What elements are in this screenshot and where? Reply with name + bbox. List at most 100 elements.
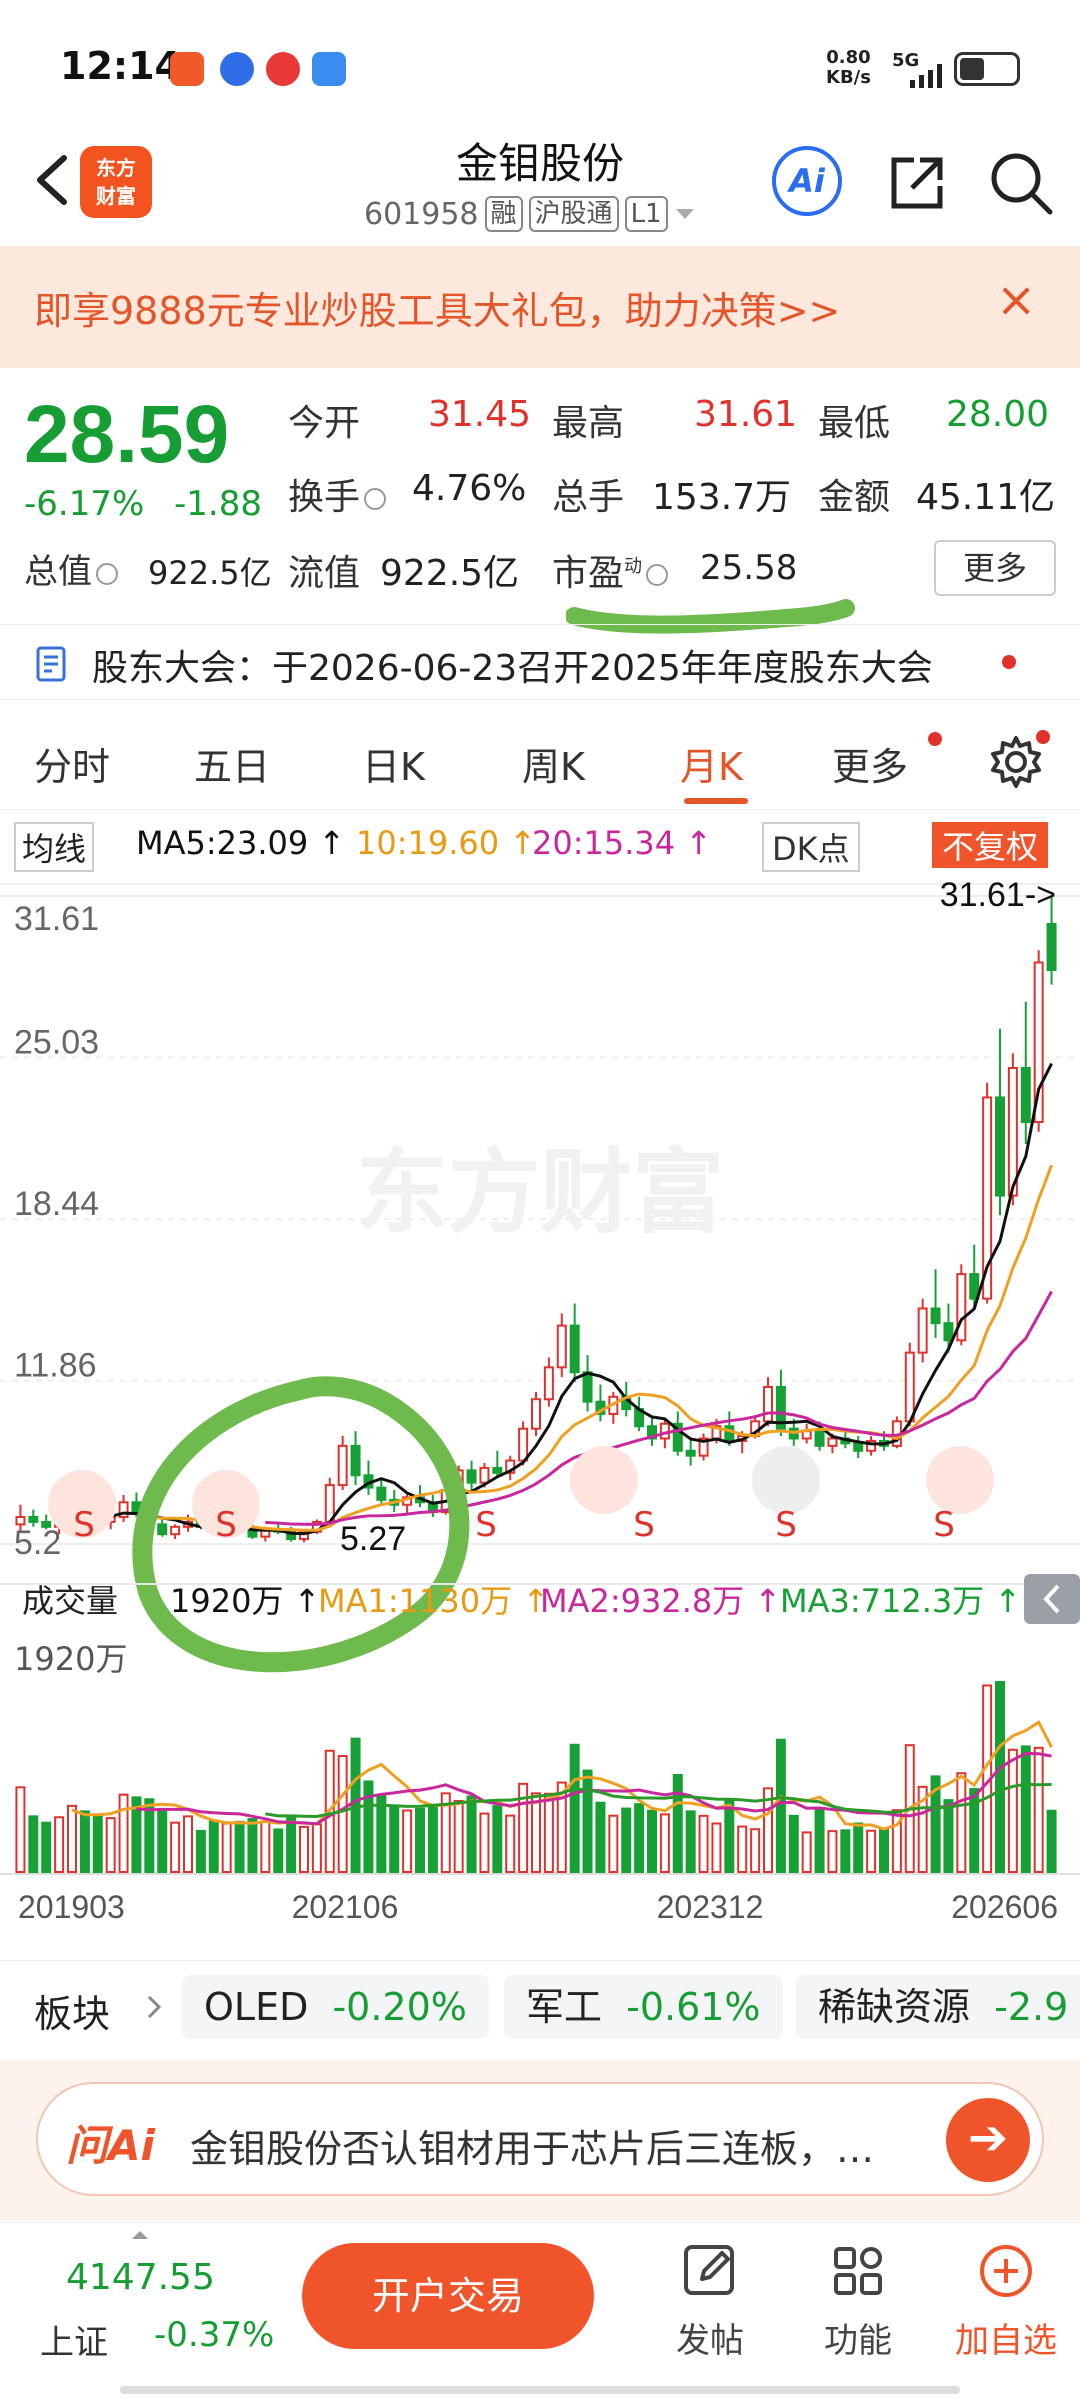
ai-button[interactable]: Ai <box>772 146 842 216</box>
volume-bar <box>814 1807 825 1874</box>
volume-bar <box>1020 1745 1031 1873</box>
info-icon[interactable] <box>364 488 387 510</box>
share-icon <box>891 157 943 209</box>
volume-bar <box>788 1814 799 1873</box>
settings-button[interactable] <box>988 730 1050 794</box>
nav-post[interactable]: 发帖 <box>650 2241 770 2362</box>
promo-banner[interactable]: 即享9888元专业炒股工具大礼包，助力决策>> × <box>0 246 1080 368</box>
share-button[interactable] <box>884 150 950 220</box>
edit-icon <box>684 2245 734 2295</box>
caret-down-icon <box>675 209 694 219</box>
volume-bar <box>995 1681 1005 1873</box>
more-quote-button[interactable]: 更多 <box>934 540 1056 596</box>
nav-add-watchlist[interactable]: 加自选 <box>946 2241 1066 2362</box>
candle-body <box>28 1516 39 1523</box>
volume-bar <box>801 1831 812 1873</box>
volume-bar <box>956 1772 967 1873</box>
volume-bar <box>402 1809 413 1873</box>
candle-body <box>917 1307 928 1354</box>
tab-daily-k[interactable]: 日K <box>362 736 425 791</box>
search-icon <box>991 153 1053 215</box>
stock-subtitle[interactable]: 601958 融 沪股通 L1 <box>364 196 696 232</box>
info-icon[interactable] <box>96 562 118 585</box>
candle-body <box>930 1307 941 1325</box>
time-tick-label: 202106 <box>292 1889 399 1922</box>
plus-circle-icon <box>980 2245 1032 2297</box>
search-button[interactable] <box>988 150 1054 220</box>
volume-bar <box>505 1814 516 1874</box>
map-app-icon <box>266 52 300 86</box>
volume-legend: 成交量 1920万 ↑ MA1:1130万 ↑ MA2:932.8万 ↑ MA3… <box>22 1582 1021 1620</box>
pe-value: 25.58 <box>700 548 798 588</box>
sector-label[interactable]: 板块 <box>34 1983 110 2038</box>
tab-five-day[interactable]: 五日 <box>194 736 270 791</box>
ma-lines <box>71 1062 1054 1536</box>
tab-intraday[interactable]: 分时 <box>34 736 110 791</box>
signal-s: S <box>215 1505 237 1545</box>
expand-icon[interactable] <box>926 1446 994 1514</box>
volume-bar <box>737 1825 748 1873</box>
chevron-right-icon[interactable] <box>752 1446 820 1514</box>
ask-ai-bar[interactable]: 问Ai 金钼股份否认钼材用于芯片后三连板，… ➔ <box>36 2082 1044 2196</box>
index-value[interactable]: 4147.55 <box>66 2257 215 2298</box>
price-tick-label: 11.86 <box>14 1347 97 1385</box>
watermark: 东方财富 <box>356 1139 724 1246</box>
info-icon[interactable] <box>646 564 669 586</box>
close-icon[interactable]: × <box>996 272 1036 328</box>
arrow-right-icon[interactable]: ➔ <box>946 2098 1030 2182</box>
price-axis-labels: 31.61 25.03 18.44 11.86 5.2 <box>14 900 99 1562</box>
home-indicator <box>120 2386 960 2394</box>
sector-chip-scarce-resources[interactable]: 稀缺资源 -2.9 <box>796 1975 1080 2039</box>
tab-monthly-k[interactable]: 月K <box>680 736 743 791</box>
kline-chart[interactable]: 东方财富 31.61 25.03 18.44 11.86 5.2 31.61-> 5.2… <box>0 872 1080 1922</box>
mktcap-label-text: 总值 <box>24 552 92 592</box>
signal-s: S <box>73 1505 95 1545</box>
net-speed-unit: KB/s <box>826 67 871 88</box>
candle-body <box>531 1398 541 1430</box>
vol-ma2: MA2:932.8万 ↑ <box>540 1582 781 1620</box>
amount-label: 金额 <box>818 477 891 518</box>
candle-body <box>995 1096 1005 1197</box>
signal-s: S <box>633 1505 655 1545</box>
settings-dot <box>1036 730 1050 744</box>
ask-ai-text: 金钼股份否认钼材用于芯片后三连板，… <box>190 2127 875 2171</box>
open-account-trade-button[interactable]: 开户交易 <box>302 2243 594 2349</box>
ask-ai-logo: 问Ai <box>66 2121 155 2170</box>
volume-bar <box>466 1795 477 1874</box>
volume-bar <box>260 1820 271 1873</box>
volume-bar <box>634 1803 645 1873</box>
ma5-value: MA5:23.09 ↑ <box>136 824 346 862</box>
candle-body <box>904 1351 915 1423</box>
index-name: 上证 <box>40 2323 108 2363</box>
mktcap-label: 总值 <box>24 544 122 593</box>
chart-tabs: 分时 五日 日K 周K 月K 更多 <box>0 718 1080 810</box>
adjust-selector[interactable]: 不复权 <box>932 822 1049 868</box>
nav-functions[interactable]: 功能 <box>798 2241 918 2362</box>
ma-selector[interactable]: 均线 <box>14 822 95 872</box>
tab-more[interactable]: 更多 <box>832 736 908 791</box>
candle-body <box>943 1322 954 1342</box>
volume-bar <box>41 1821 52 1874</box>
ma10-value: 10:19.60 ↑ <box>356 824 537 862</box>
chevron-left-icon[interactable] <box>570 1446 638 1514</box>
volume-bar <box>531 1792 541 1874</box>
candle-body <box>518 1427 529 1462</box>
announcement-row[interactable]: 股东大会：于2026-06-23召开2025年年度股东大会 <box>0 624 1080 700</box>
sector-chip-oled[interactable]: OLED -0.20% <box>182 1975 489 2039</box>
dk-point-selector[interactable]: DK点 <box>762 822 860 872</box>
announcement-text: 股东大会：于2026-06-23召开2025年年度股东大会 <box>92 648 933 689</box>
sector-chip-military[interactable]: 军工 -0.61% <box>504 1975 783 2039</box>
time-axis-labels: 201903 202106 202312 202606 <box>18 1889 1058 1922</box>
tab-weekly-k[interactable]: 周K <box>522 736 585 791</box>
volume-bar <box>118 1793 129 1873</box>
candle-body <box>724 1425 735 1442</box>
time-tick-label: 201903 <box>18 1889 125 1922</box>
message-app-icon <box>312 52 346 86</box>
collapse-panel-button[interactable] <box>1024 1574 1080 1624</box>
high-marker: 31.61-> <box>940 876 1056 914</box>
document-icon <box>36 646 66 682</box>
volume-bar <box>750 1828 761 1873</box>
tag-connect: 沪股通 <box>528 196 619 232</box>
caret-up-icon <box>132 2231 148 2239</box>
price-tick-label: 25.03 <box>14 1023 99 1061</box>
